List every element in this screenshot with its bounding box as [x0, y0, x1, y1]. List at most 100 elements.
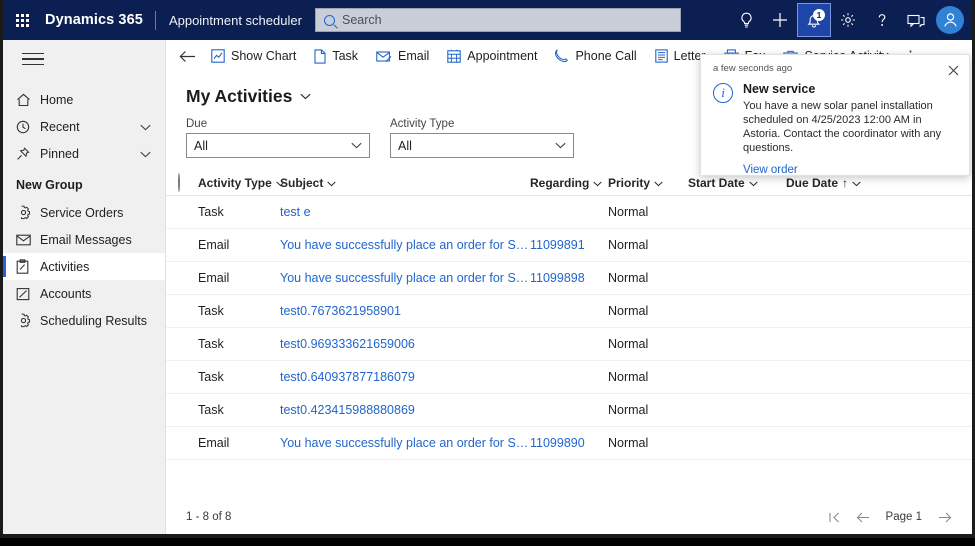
- cell-activity-type: Task: [198, 370, 280, 384]
- back-button[interactable]: [172, 41, 202, 71]
- filter-label: Activity Type: [390, 118, 574, 130]
- pin-icon: [16, 147, 36, 161]
- cell-subject-link[interactable]: You have successfully place an order for…: [280, 238, 530, 252]
- cell-activity-type: Email: [198, 436, 280, 450]
- cell-priority: Normal: [608, 205, 688, 219]
- activity-type-filter-select[interactable]: All: [390, 133, 574, 158]
- cell-subject-link[interactable]: test0.423415988880869: [280, 403, 530, 417]
- command-task[interactable]: Task: [305, 41, 367, 71]
- application-window: Dynamics 365 Appointment scheduler: [0, 0, 975, 538]
- cell-activity-type: Email: [198, 271, 280, 285]
- chevron-down-icon[interactable]: [140, 120, 151, 134]
- column-header-regarding[interactable]: Regarding: [530, 176, 608, 190]
- column-header-priority[interactable]: Priority: [608, 176, 688, 190]
- cell-regarding-link[interactable]: 11099891: [530, 238, 608, 252]
- close-icon[interactable]: [943, 61, 963, 79]
- clipboard-icon: [16, 259, 36, 274]
- notification-count-badge: 1: [813, 9, 825, 21]
- app-launcher-button[interactable]: [3, 0, 41, 40]
- table-row[interactable]: Email You have successfully place an ord…: [166, 262, 972, 295]
- command-phone-call[interactable]: Phone Call: [546, 41, 645, 71]
- next-page-icon[interactable]: [938, 512, 952, 523]
- screen-bottom-edge: [0, 538, 975, 546]
- cell-activity-type: Task: [198, 337, 280, 351]
- gear-icon[interactable]: [831, 3, 865, 37]
- lightbulb-icon[interactable]: [729, 3, 763, 37]
- calendar-icon: [447, 49, 461, 63]
- cell-subject-link[interactable]: You have successfully place an order for…: [280, 271, 530, 285]
- cell-activity-type: Task: [198, 403, 280, 417]
- table-row[interactable]: Task test0.423415988880869 Normal: [166, 394, 972, 427]
- column-header-activity-type[interactable]: Activity Type: [198, 176, 280, 190]
- sidebar-item-home[interactable]: Home: [3, 86, 165, 113]
- table-row[interactable]: Email You have successfully place an ord…: [166, 229, 972, 262]
- due-filter-select[interactable]: All: [186, 133, 370, 158]
- sidebar-item-activities[interactable]: Activities: [3, 253, 165, 280]
- home-icon: [16, 93, 36, 107]
- first-page-icon[interactable]: [828, 512, 840, 523]
- sidebar-item-scheduling-results[interactable]: Scheduling Results: [3, 307, 165, 334]
- envelope-icon: [16, 234, 36, 246]
- toast-title: New service: [743, 82, 957, 96]
- feedback-chat-icon[interactable]: [899, 3, 933, 37]
- cell-regarding-link[interactable]: 11099890: [530, 436, 608, 450]
- toast-text-block: New service You have a new solar panel i…: [733, 82, 957, 178]
- grid-footer: 1 - 8 of 8 Page 1: [166, 496, 972, 538]
- notifications-button[interactable]: 1: [797, 3, 831, 37]
- chevron-down-icon[interactable]: [140, 147, 151, 161]
- pagination-controls: Page 1: [828, 511, 952, 523]
- command-show-chart[interactable]: Show Chart: [202, 41, 305, 71]
- user-avatar[interactable]: [936, 6, 964, 34]
- table-row[interactable]: Task test0.969333621659006 Normal: [166, 328, 972, 361]
- activity-type-filter-value: All: [398, 139, 412, 153]
- cell-subject-link[interactable]: test0.7673621958901: [280, 304, 530, 318]
- command-email[interactable]: Email: [367, 41, 438, 71]
- cell-priority: Normal: [608, 271, 688, 285]
- view-selector-chevron-down-icon[interactable]: [300, 93, 311, 100]
- info-icon: i: [713, 83, 733, 103]
- cell-subject-link[interactable]: test e: [280, 205, 530, 219]
- select-all-cell: [178, 174, 198, 192]
- cell-activity-type: Task: [198, 304, 280, 318]
- command-appointment[interactable]: Appointment: [438, 41, 546, 71]
- sidebar-group-title: New Group: [3, 167, 165, 199]
- sidebar-item-label: Home: [40, 93, 73, 107]
- global-search[interactable]: [315, 8, 681, 32]
- previous-page-icon[interactable]: [856, 512, 870, 523]
- page-label: Page 1: [886, 511, 922, 523]
- sidebar-spacer: [3, 78, 165, 86]
- table-row[interactable]: Task test e Normal: [166, 196, 972, 229]
- cell-activity-type: Task: [198, 205, 280, 219]
- filter-due: Due All: [186, 118, 370, 158]
- search-input[interactable]: [342, 13, 662, 27]
- sidebar-item-accounts[interactable]: Accounts: [3, 280, 165, 307]
- toast-header: a few seconds ago: [701, 55, 969, 79]
- search-icon: [324, 15, 335, 26]
- notification-toast: a few seconds ago i New service You have…: [700, 54, 970, 176]
- task-page-icon: [314, 49, 326, 64]
- sidebar-item-recent[interactable]: Recent: [3, 113, 165, 140]
- select-all-checkbox[interactable]: [178, 173, 180, 192]
- table-row[interactable]: Email You have successfully place an ord…: [166, 427, 972, 460]
- cell-subject-link[interactable]: test0.969333621659006: [280, 337, 530, 351]
- cell-priority: Normal: [608, 304, 688, 318]
- column-header-subject[interactable]: Subject: [280, 176, 530, 190]
- chevron-down-icon: [555, 142, 566, 149]
- chevron-down-icon: [327, 176, 336, 190]
- command-label: Phone Call: [575, 49, 636, 63]
- plus-icon[interactable]: [763, 3, 797, 37]
- top-navigation-bar: Dynamics 365 Appointment scheduler: [3, 0, 972, 40]
- table-row[interactable]: Task test0.640937877186079 Normal: [166, 361, 972, 394]
- sidebar-item-email-messages[interactable]: Email Messages: [3, 226, 165, 253]
- help-question-icon[interactable]: [865, 3, 899, 37]
- cell-regarding-link[interactable]: 11099898: [530, 271, 608, 285]
- sidebar-item-service-orders[interactable]: Service Orders: [3, 199, 165, 226]
- sidebar-item-pinned[interactable]: Pinned: [3, 140, 165, 167]
- sitemap-toggle-button[interactable]: [13, 40, 53, 78]
- cell-subject-link[interactable]: You have successfully place an order for…: [280, 436, 530, 450]
- filter-label: Due: [186, 118, 370, 130]
- cell-subject-link[interactable]: test0.640937877186079: [280, 370, 530, 384]
- toast-body: i New service You have a new solar panel…: [701, 79, 969, 178]
- view-order-link[interactable]: View order: [743, 164, 798, 176]
- table-row[interactable]: Task test0.7673621958901 Normal: [166, 295, 972, 328]
